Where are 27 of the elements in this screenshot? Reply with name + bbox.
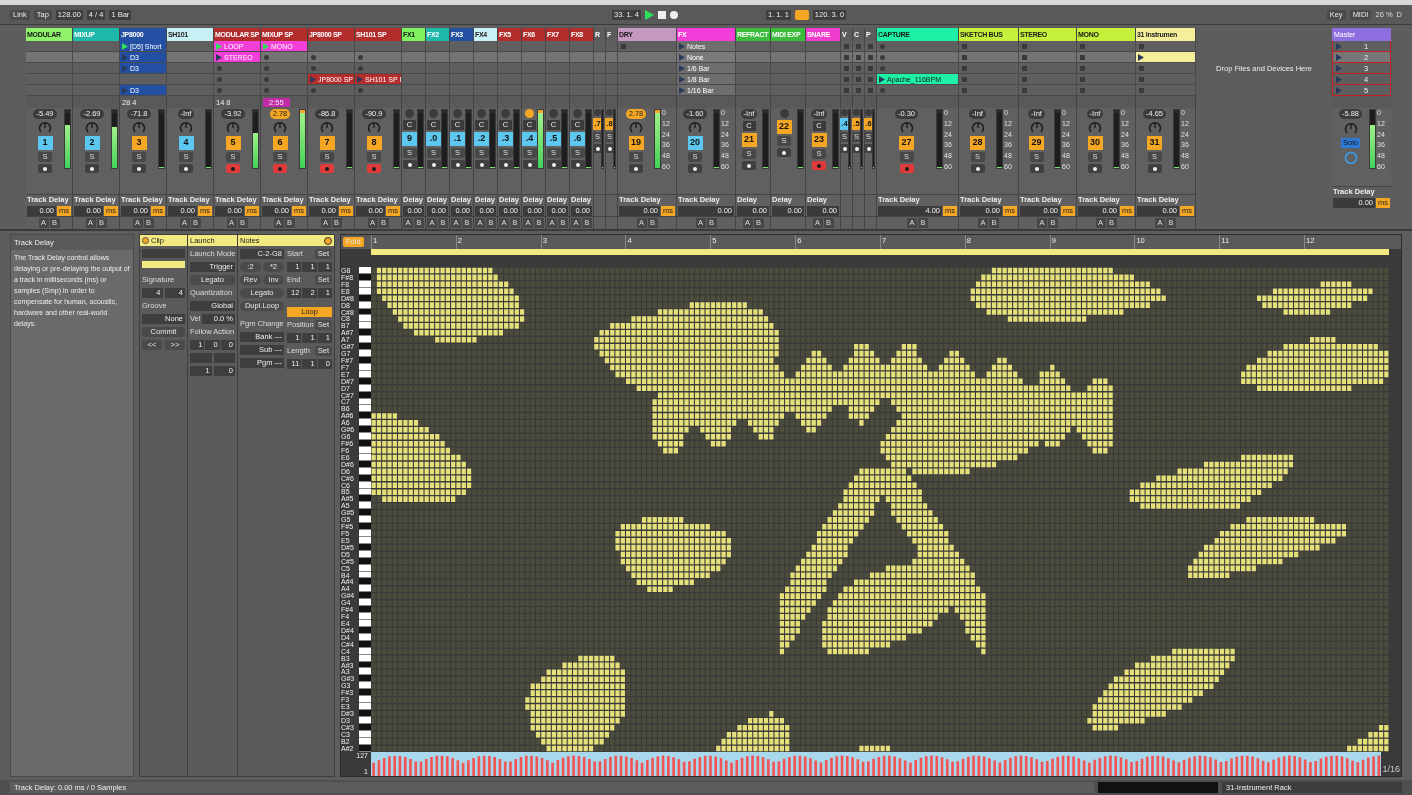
track-number[interactable]: .0 (426, 132, 441, 146)
track-number[interactable]: 21 (741, 133, 757, 147)
track-number[interactable]: 5 (225, 136, 241, 150)
track-number[interactable]: .3 (498, 132, 513, 146)
grid-label: 1/16 (1381, 762, 1401, 776)
track-number[interactable]: 28 (970, 136, 985, 150)
track-number[interactable]: .6 (570, 132, 585, 146)
track-number[interactable]: 4 (178, 136, 194, 150)
track-number[interactable]: 6 (272, 136, 288, 150)
track-number[interactable]: 27 (899, 136, 914, 150)
track-number[interactable]: .4 (522, 132, 537, 146)
track-number[interactable]: 19 (628, 136, 644, 150)
track-number[interactable]: 31 (1147, 136, 1162, 150)
track-number[interactable]: .5 (546, 132, 561, 146)
track-number[interactable]: 3 (131, 136, 147, 150)
track-number[interactable]: .2 (474, 132, 489, 146)
track-number[interactable]: 7 (319, 136, 335, 150)
track-number[interactable]: 1 (37, 136, 53, 150)
track-number[interactable]: 8 (366, 136, 382, 150)
track-number[interactable]: 22 (776, 120, 792, 134)
track-number[interactable]: 2 (84, 136, 100, 150)
track-number[interactable]: 29 (1029, 136, 1044, 150)
track-number[interactable]: 30 (1087, 136, 1103, 150)
track-number[interactable]: .1 (450, 132, 465, 146)
track-number[interactable]: 23 (811, 133, 827, 147)
track-number[interactable]: 20 (687, 136, 703, 150)
track-number[interactable]: 9 (402, 132, 417, 146)
